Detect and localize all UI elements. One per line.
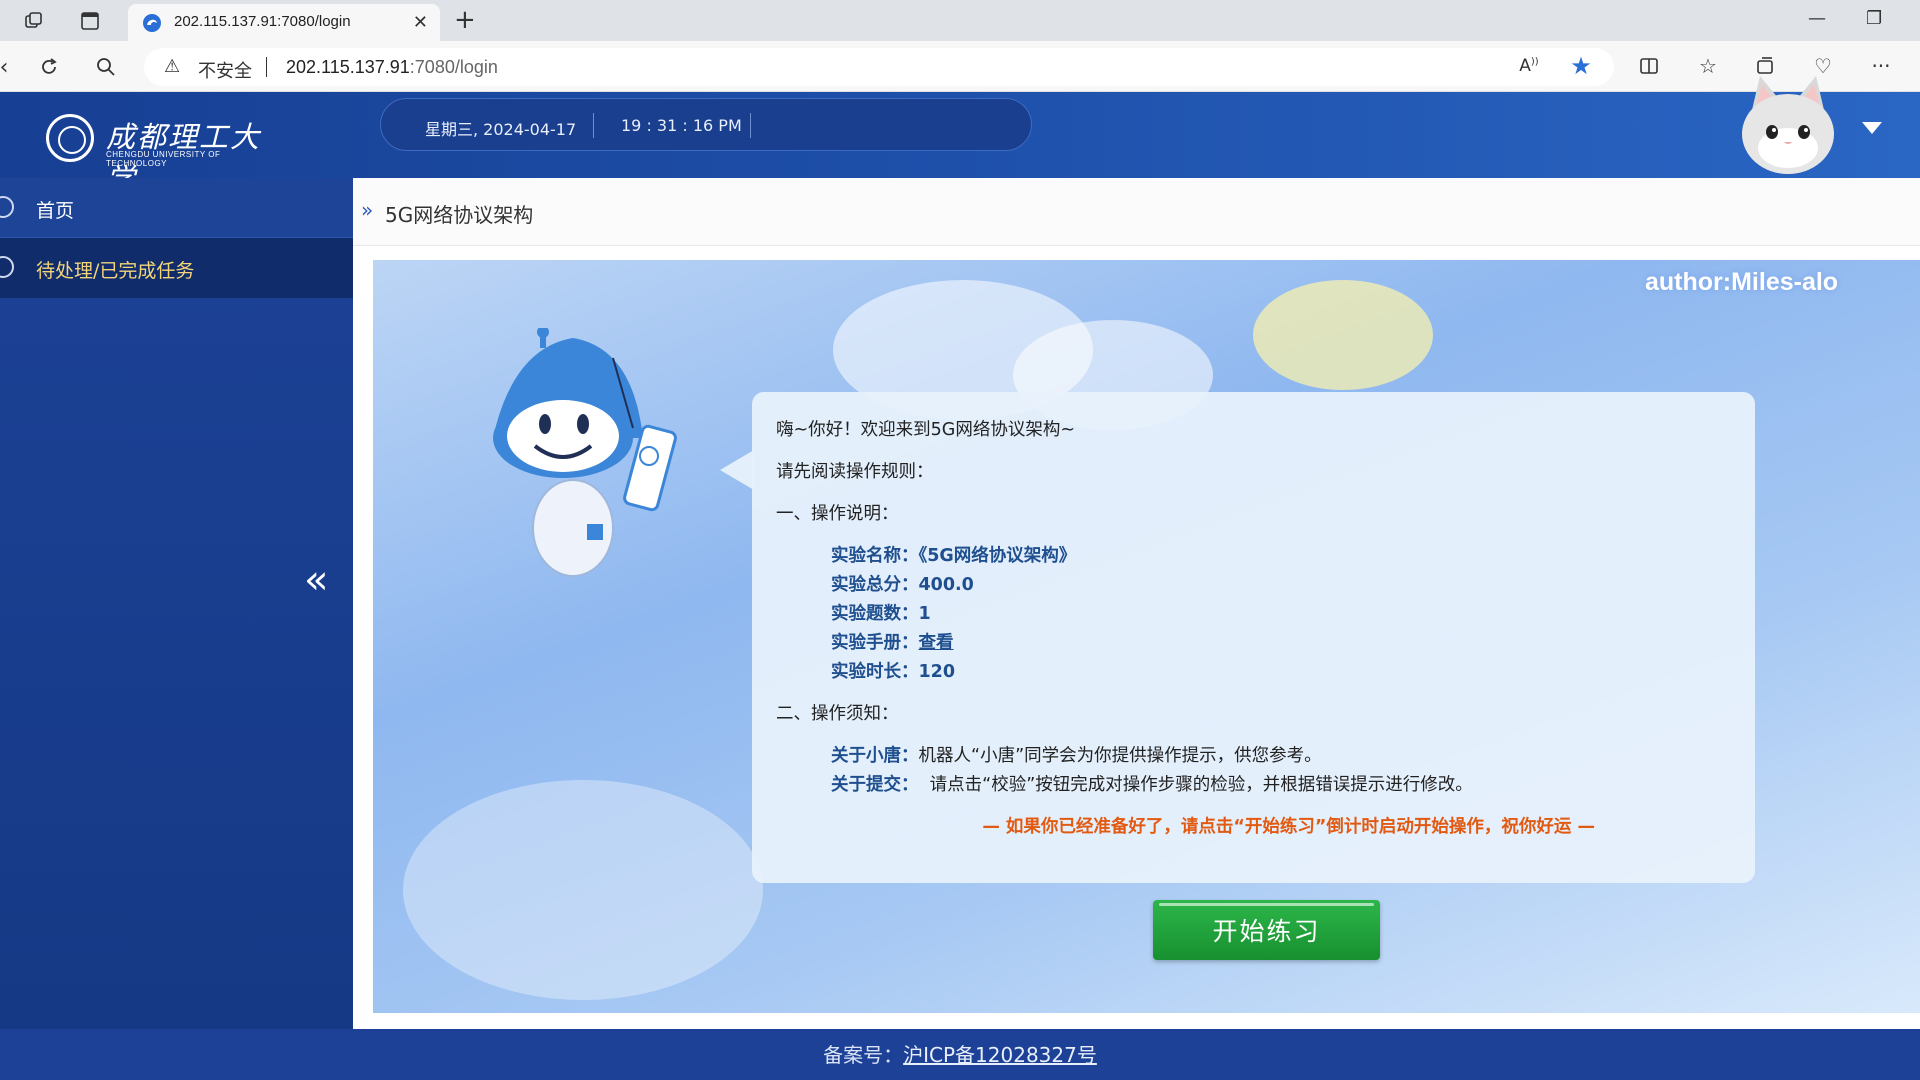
datetime-divider <box>593 113 594 138</box>
university-logo[interactable]: 成都理工大学 CHENGDU UNIVERSITY OF TECHNOLOGY <box>46 114 266 196</box>
back-icon[interactable]: ‹ <box>0 55 16 80</box>
robot-mascot-icon[interactable] <box>483 328 723 588</box>
favorites-icon[interactable]: ☆ <box>1695 53 1721 79</box>
favorite-star-icon[interactable]: ★ <box>1568 52 1594 80</box>
breadcrumb-arrow-icon: » <box>361 198 374 222</box>
field-value: 《5G网络协议架构》 <box>918 546 1077 566</box>
note-value: 机器人“小唐”同学会为你提供操作提示，供您参考。 <box>918 746 1322 766</box>
url-text[interactable]: 202.115.137.91:7080/login <box>286 57 498 78</box>
experiment-intro-panel: author:Miles-alo 嗨~你好！欢迎来到5G网络协议架构~ 请先阅读… <box>373 260 1920 1013</box>
search-icon[interactable] <box>94 55 118 79</box>
note-value: 请点击“校验”按钮完成对操作步骤的检验，并根据错误提示进行修改。 <box>929 775 1473 795</box>
workspaces-icon[interactable] <box>22 9 46 33</box>
home-icon <box>0 196 14 218</box>
start-practice-button[interactable]: 开始练习 <box>1153 900 1380 960</box>
note-key: 关于小唐： <box>831 746 919 766</box>
field-total-score: 实验总分：400.0 <box>831 571 974 596</box>
footer: 备案号：沪ICP备12028327号 <box>0 1029 1920 1080</box>
user-menu-caret-icon[interactable] <box>1862 122 1882 134</box>
field-key: 实验总分： <box>831 575 919 595</box>
main-content: » 5G网络协议架构 author:Miles-alo 嗨~你好！欢迎来到5G网… <box>353 178 1920 1029</box>
address-bar-row: ‹ ⚠ 不安全 202.115.137.91:7080/login A)) ★ … <box>0 41 1920 92</box>
sidebar-item-label: 待处理/已完成任务 <box>36 260 195 282</box>
field-experiment-name: 实验名称：《5G网络协议架构》 <box>831 542 1076 567</box>
url-host: 202.115.137.91 <box>286 57 410 77</box>
read-rules-text: 请先阅读操作规则： <box>776 462 934 482</box>
speech-bubble-tail <box>720 450 754 490</box>
tasks-icon <box>0 256 14 278</box>
tab-title: 202.115.137.91:7080/login <box>174 13 351 30</box>
sidebar-item-label: 首页 <box>36 200 75 222</box>
section-2-heading: 二、操作须知： <box>776 704 899 724</box>
field-value: 400.0 <box>918 575 974 595</box>
field-key: 实验手册： <box>831 633 919 653</box>
field-key: 实验题数： <box>831 604 919 624</box>
view-manual-link[interactable]: 查看 <box>919 633 954 653</box>
cat-avatar-icon[interactable] <box>1738 70 1838 178</box>
site-header: 成都理工大学 CHENGDU UNIVERSITY OF TECHNOLOGY … <box>0 76 1920 196</box>
field-question-count: 实验题数：1 <box>831 600 931 625</box>
field-value: 1 <box>918 604 931 624</box>
note-robot: 关于小唐：机器人“小唐”同学会为你提供操作提示，供您参考。 <box>831 742 1322 767</box>
url-path: :7080/login <box>409 57 498 77</box>
footer-label: 备案号： <box>823 1043 904 1067</box>
icp-link[interactable]: 沪ICP备12028327号 <box>903 1043 1097 1067</box>
sidebar-item-tasks[interactable]: 待处理/已完成任务 <box>0 238 353 298</box>
section-1-heading: 一、操作说明： <box>776 504 899 524</box>
new-tab-icon[interactable]: + <box>454 6 476 34</box>
url-separator <box>266 57 267 77</box>
split-screen-icon[interactable] <box>1636 53 1662 79</box>
minimize-icon[interactable]: — <box>1808 8 1826 29</box>
instructions-card: 嗨~你好！欢迎来到5G网络协议架构~ 请先阅读操作规则： 一、操作说明： 实验名… <box>752 392 1755 883</box>
breadcrumb: » 5G网络协议架构 <box>353 178 1920 246</box>
page-title: 5G网络协议架构 <box>385 203 534 227</box>
security-label[interactable]: 不安全 <box>198 57 252 83</box>
start-warning-text: — 如果你已经准备好了，请点击“开始练习”倒计时启动开始操作，祝你好运 — <box>982 817 1595 837</box>
current-date: 星期三, 2024-04-17 <box>425 120 577 139</box>
background-glow <box>1253 280 1433 390</box>
field-key: 实验名称： <box>831 546 919 566</box>
edge-favicon-icon <box>143 14 161 32</box>
collapse-sidebar-icon[interactable]: « <box>304 560 328 600</box>
warning-icon[interactable]: ⚠ <box>164 56 180 77</box>
refresh-icon[interactable] <box>37 55 61 79</box>
university-seal-icon <box>46 114 94 162</box>
vertical-tabs-icon[interactable] <box>78 9 102 33</box>
sidebar-item-home[interactable]: 首页 <box>0 178 353 238</box>
note-submit: 关于提交： 请点击“校验”按钮完成对操作步骤的检验，并根据错误提示进行修改。 <box>831 771 1473 796</box>
field-value: 120 <box>918 662 956 682</box>
logo-en: CHENGDU UNIVERSITY OF TECHNOLOGY <box>106 150 221 168</box>
greeting-text: 嗨~你好！欢迎来到5G网络协议架构~ <box>776 420 1076 440</box>
read-aloud-icon[interactable]: A)) <box>1516 53 1542 79</box>
sidebar: 首页 待处理/已完成任务 « <box>0 178 353 1029</box>
current-time: 19 : 31 : 16 PM <box>621 116 742 135</box>
datetime-bar: 星期三, 2024-04-17 19 : 31 : 16 PM <box>380 98 1032 151</box>
author-watermark: author:Miles-alo <box>1645 268 1839 296</box>
browser-tab-bar: 202.115.137.91:7080/login ✕ + — ❐ <box>0 0 1920 41</box>
footer-record: 备案号：沪ICP备12028327号 <box>0 1039 1920 1068</box>
close-tab-icon[interactable]: ✕ <box>413 12 428 33</box>
background-cloud <box>403 780 763 1000</box>
more-menu-icon[interactable]: ··· <box>1868 53 1894 79</box>
note-key: 关于提交： <box>831 775 919 795</box>
datetime-divider <box>750 113 751 138</box>
field-manual: 实验手册：查看 <box>831 629 954 654</box>
field-duration: 实验时长：120 <box>831 658 955 683</box>
browser-tab[interactable]: 202.115.137.91:7080/login ✕ <box>128 4 440 41</box>
url-input[interactable]: ⚠ 不安全 202.115.137.91:7080/login <box>144 48 1614 86</box>
restore-icon[interactable]: ❐ <box>1866 8 1882 29</box>
field-key: 实验时长： <box>831 662 919 682</box>
